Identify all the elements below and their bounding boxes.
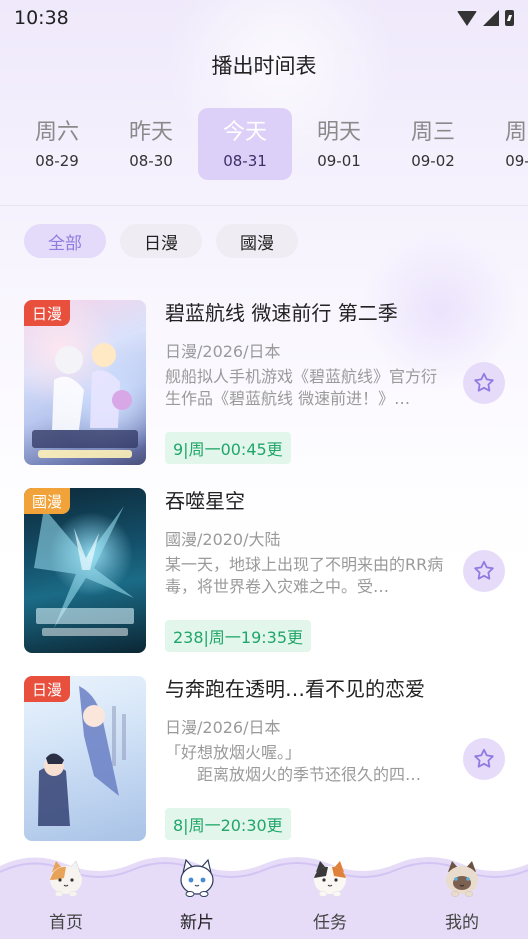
item-description: 「好想放烟火喔。」 距离放烟火的季节还很久的四… <box>165 743 422 784</box>
item-description: 某一天，地球上出现了不明来由的RR病毒，将世界卷入灾难之中。受… <box>165 555 444 596</box>
signal-icon <box>483 10 499 26</box>
star-icon <box>474 560 494 580</box>
item-title[interactable]: 与奔跑在透明…看不见的恋爱 <box>165 676 425 702</box>
category-tag: 日漫 <box>24 676 71 702</box>
cat-calico-icon <box>50 860 82 897</box>
item-title[interactable]: 碧蓝航线 微速前行 第二季 <box>165 300 398 326</box>
star-icon <box>474 748 494 768</box>
day-tab-name: 今天 <box>222 120 267 145</box>
poster-image[interactable]: 日漫 <box>24 300 146 465</box>
day-tab-name: 明天 <box>316 120 361 145</box>
item-meta: 國漫/2020/大陆 <box>165 530 281 549</box>
status-bar: 10:38 <box>0 0 528 36</box>
poster-image[interactable]: 國漫 <box>24 488 146 653</box>
day-tab-date: 09-03 <box>505 152 528 170</box>
day-tab[interactable]: 昨天 08-30 <box>104 108 198 180</box>
favorite-button[interactable] <box>463 362 505 404</box>
wifi-icon <box>457 10 477 26</box>
status-time: 10:38 <box>14 7 69 29</box>
filter-chip-all[interactable]: 全部 <box>24 224 106 258</box>
day-tab-date: 09-01 <box>317 152 361 170</box>
page-title: 播出时间表 <box>211 54 317 78</box>
day-tab-name: 周三 <box>410 120 455 145</box>
filter-chip-jp[interactable]: 日漫 <box>120 224 202 258</box>
category-tag: 國漫 <box>24 488 71 514</box>
battery-charging-icon <box>505 10 514 26</box>
list-item[interactable]: 日漫 与奔跑在透明…看不见的恋爱 日漫/2026/日本 「好想放烟火喔。」 距离… <box>0 676 528 842</box>
nav-profile[interactable]: 我的 <box>417 854 507 938</box>
day-tab[interactable]: 周四 09-03 <box>480 108 528 180</box>
nav-label: 任务 <box>313 913 347 933</box>
nav-new[interactable]: 新片 <box>152 854 242 938</box>
day-tab[interactable]: 周三 09-02 <box>386 108 480 180</box>
nav-label: 首页 <box>49 913 83 933</box>
status-icons <box>457 10 514 26</box>
item-meta: 日漫/2026/日本 <box>165 718 281 737</box>
day-tabs: 周六 08-29 昨天 08-30 今天 08-31 明天 09-01 周三 0… <box>10 108 528 184</box>
episode-schedule-badge: 9|周一00:45更 <box>165 432 291 464</box>
list-item[interactable]: 國漫 吞噬星空 國漫/2020/大陆 某一天，地球上出现了不明来由的RR病毒，将… <box>0 488 528 654</box>
favorite-button[interactable] <box>463 550 505 592</box>
category-filters: 全部 日漫 國漫 <box>24 224 298 258</box>
day-tab[interactable]: 周六 08-29 <box>10 108 104 180</box>
day-tab-today[interactable]: 今天 08-31 <box>198 108 292 180</box>
item-description: 舰船拟人手机游戏《碧蓝航线》官方衍生作品《碧蓝航线 微速前进！》… <box>165 367 438 408</box>
episode-schedule-badge: 238|周一19:35更 <box>165 620 312 652</box>
day-tab-date: 08-31 <box>223 152 267 170</box>
item-title[interactable]: 吞噬星空 <box>165 488 245 514</box>
item-meta: 日漫/2026/日本 <box>165 342 281 361</box>
category-tag: 日漫 <box>24 300 71 326</box>
list-item[interactable]: 日漫 碧蓝航线 微速前行 第二季 日漫/2026/日本 舰船拟人手机游戏《碧蓝航… <box>0 300 528 466</box>
divider <box>0 205 528 206</box>
day-tab-date: 08-30 <box>129 152 173 170</box>
cat-white-icon <box>180 858 214 897</box>
nav-label: 新片 <box>180 913 214 933</box>
episode-schedule-badge: 8|周一20:30更 <box>165 808 291 840</box>
cat-siamese-icon <box>446 861 478 897</box>
favorite-button[interactable] <box>463 738 505 780</box>
day-tab-name: 周四 <box>504 120 528 145</box>
day-tab-name: 昨天 <box>128 120 173 145</box>
poster-image[interactable]: 日漫 <box>24 676 146 841</box>
day-tab-name: 周六 <box>34 120 79 145</box>
cat-tricolor-icon <box>314 861 346 897</box>
filter-chip-cn[interactable]: 國漫 <box>216 224 298 258</box>
day-tab-date: 09-02 <box>411 152 455 170</box>
day-tab-date: 08-29 <box>35 152 79 170</box>
day-tab[interactable]: 明天 09-01 <box>292 108 386 180</box>
bottom-navigation: 首页 新片 任务 我的 <box>0 850 528 939</box>
star-icon <box>474 372 494 392</box>
nav-tasks[interactable]: 任务 <box>285 854 375 938</box>
nav-home[interactable]: 首页 <box>21 854 111 938</box>
nav-label: 我的 <box>445 913 479 933</box>
